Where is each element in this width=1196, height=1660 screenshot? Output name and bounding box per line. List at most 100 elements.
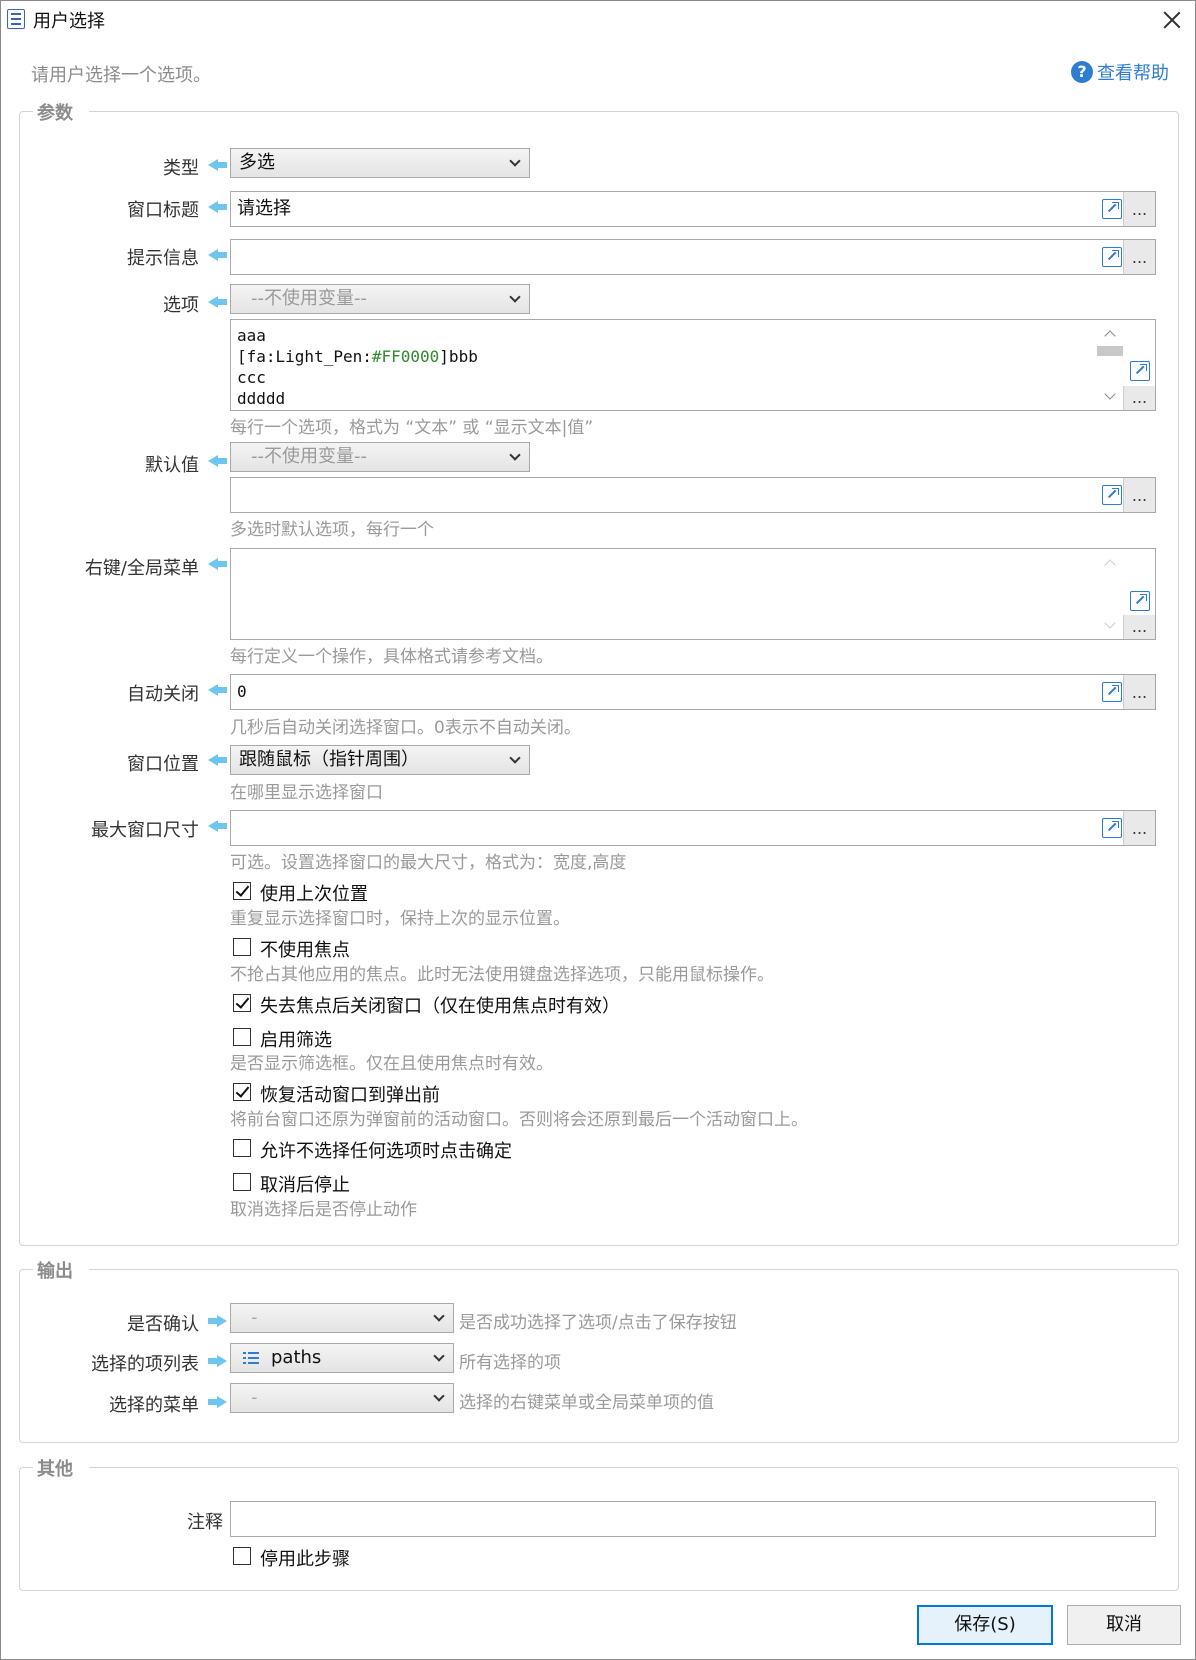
restore-active-window-checkbox[interactable] [233, 1083, 251, 1101]
max-size-hint: 可选。设置选择窗口的最大尺寸，格式为：宽度,高度 [230, 853, 627, 873]
position-label: 窗口位置 [127, 754, 199, 775]
type-select[interactable]: 多选 [230, 148, 530, 178]
stop-on-cancel-label[interactable]: 取消后停止 [260, 1171, 350, 1197]
position-select[interactable]: 跟随鼠标（指针周围） [230, 745, 530, 775]
disable-step-label[interactable]: 停用此步骤 [260, 1545, 350, 1571]
window-title: 用户选择 [33, 11, 105, 32]
comment-input[interactable] [230, 1501, 1156, 1537]
auto-close-label: 自动关闭 [127, 684, 199, 705]
use-last-position-hint: 重复显示选择窗口时，保持上次的显示位置。 [230, 909, 570, 929]
more-button[interactable]: ... [1123, 240, 1155, 274]
help-link[interactable]: ? 查看帮助 [1071, 59, 1169, 85]
prompt-input[interactable] [230, 239, 1156, 275]
scroll-up-icon[interactable] [1104, 330, 1116, 342]
params-legend: 参数 [33, 99, 89, 125]
more-button[interactable]: ... [1123, 811, 1155, 845]
context-menu-textarea[interactable] [230, 548, 1156, 640]
context-menu-scrollbar[interactable] [1097, 549, 1123, 639]
disable-step-checkbox[interactable] [233, 1547, 251, 1565]
use-last-position-label[interactable]: 使用上次位置 [260, 880, 368, 906]
max-size-input[interactable] [230, 810, 1156, 846]
save-button[interactable]: 保存(S) [917, 1605, 1053, 1645]
type-label: 类型 [163, 158, 199, 179]
selected-items-select[interactable]: paths [230, 1343, 454, 1373]
confirmed-hint: 是否成功选择了选项/点击了保存按钮 [459, 1313, 737, 1333]
more-button[interactable]: ... [1123, 386, 1155, 410]
cancel-button[interactable]: 取消 [1067, 1605, 1181, 1645]
restore-active-window-hint: 将前台窗口还原为弹窗前的活动窗口。否则将会还原到最后一个活动窗口上。 [230, 1110, 808, 1130]
default-input[interactable] [230, 477, 1156, 513]
chevron-down-icon [509, 155, 521, 167]
list-icon [243, 1352, 259, 1364]
position-value: 跟随鼠标（指针周围） [239, 749, 419, 770]
more-button[interactable]: ... [1123, 615, 1155, 639]
confirmed-label: 是否确认 [127, 1314, 199, 1335]
expand-icon[interactable] [1102, 682, 1122, 702]
no-focus-hint: 不抢占其他应用的焦点。此时无法使用键盘选择选项，只能用鼠标操作。 [230, 965, 774, 985]
selected-menu-select[interactable]: - [230, 1383, 454, 1413]
scroll-down-icon[interactable] [1104, 388, 1116, 400]
expand-icon[interactable] [1102, 247, 1122, 267]
window-title-label: 窗口标题 [127, 200, 199, 221]
close-icon[interactable] [1157, 5, 1187, 35]
options-variable-select[interactable]: --不使用变量-- [230, 284, 530, 314]
expand-icon[interactable] [1130, 361, 1150, 381]
title-bar: 用户选择 [1, 1, 1195, 37]
default-variable-select[interactable]: --不使用变量-- [230, 442, 530, 472]
close-on-blur-label[interactable]: 失去焦点后关闭窗口（仅在使用焦点时有效） [260, 992, 620, 1018]
expand-icon[interactable] [1130, 591, 1150, 611]
window-title-input[interactable]: 请选择 [230, 191, 1156, 227]
enable-filter-hint: 是否显示筛选框。仅在且使用焦点时有效。 [230, 1054, 553, 1074]
options-hint: 每行一个选项，格式为 “文本” 或 “显示文本|值” [230, 418, 594, 438]
scroll-down-icon[interactable] [1104, 617, 1116, 629]
input-arrow-icon [208, 248, 228, 262]
scroll-up-icon[interactable] [1104, 559, 1116, 571]
selected-items-value: paths [271, 1347, 322, 1368]
comment-label: 注释 [187, 1512, 223, 1533]
input-arrow-icon [208, 557, 228, 571]
output-legend: 输出 [33, 1257, 89, 1283]
expand-icon[interactable] [1102, 485, 1122, 505]
stop-on-cancel-checkbox[interactable] [233, 1173, 251, 1191]
allow-empty-label[interactable]: 允许不选择任何选项时点击确定 [260, 1137, 512, 1163]
auto-close-input[interactable]: 0 [230, 674, 1156, 710]
chevron-down-icon [433, 1390, 445, 1402]
selected-menu-hint: 选择的右键菜单或全局菜单项的值 [459, 1393, 714, 1413]
selected-menu-label: 选择的菜单 [109, 1395, 199, 1416]
no-focus-checkbox[interactable] [233, 938, 251, 956]
output-arrow-icon [208, 1354, 228, 1368]
stop-on-cancel-hint: 取消选择后是否停止动作 [230, 1200, 417, 1220]
more-button[interactable]: ... [1123, 192, 1155, 226]
context-menu-hint: 每行定义一个操作，具体格式请参考文档。 [230, 647, 553, 667]
auto-close-hint: 几秒后自动关闭选择窗口。0表示不自动关闭。 [230, 718, 581, 738]
options-scrollbar[interactable] [1097, 320, 1123, 410]
output-arrow-icon [208, 1395, 228, 1409]
type-value: 多选 [239, 152, 275, 173]
allow-empty-checkbox[interactable] [233, 1139, 251, 1157]
help-label: 查看帮助 [1097, 63, 1169, 84]
more-button[interactable]: ... [1123, 675, 1155, 709]
default-hint: 多选时默认选项，每行一个 [230, 520, 434, 540]
confirmed-select[interactable]: - [230, 1303, 454, 1333]
no-focus-label[interactable]: 不使用焦点 [260, 936, 350, 962]
output-arrow-icon [208, 1314, 228, 1328]
context-menu-label: 右键/全局菜单 [84, 558, 199, 579]
input-arrow-icon [208, 454, 228, 468]
options-textarea[interactable]: aaa [fa:Light_Pen:#FF0000]bbb ccc ddddd [230, 319, 1156, 411]
close-on-blur-checkbox[interactable] [233, 994, 251, 1012]
selected-items-label: 选择的项列表 [91, 1354, 199, 1375]
option-line: ddddd [237, 389, 286, 408]
chevron-down-icon [509, 291, 521, 303]
input-arrow-icon [208, 753, 228, 767]
input-arrow-icon [208, 295, 228, 309]
use-last-position-checkbox[interactable] [233, 882, 251, 900]
restore-active-window-label[interactable]: 恢复活动窗口到弹出前 [260, 1081, 440, 1107]
expand-icon[interactable] [1102, 818, 1122, 838]
expand-icon[interactable] [1102, 199, 1122, 219]
confirmed-value: - [251, 1307, 258, 1328]
selected-menu-value: - [251, 1387, 258, 1408]
more-button[interactable]: ... [1123, 478, 1155, 512]
scroll-thumb[interactable] [1097, 346, 1123, 356]
enable-filter-checkbox[interactable] [233, 1028, 251, 1046]
default-label: 默认值 [145, 455, 199, 476]
